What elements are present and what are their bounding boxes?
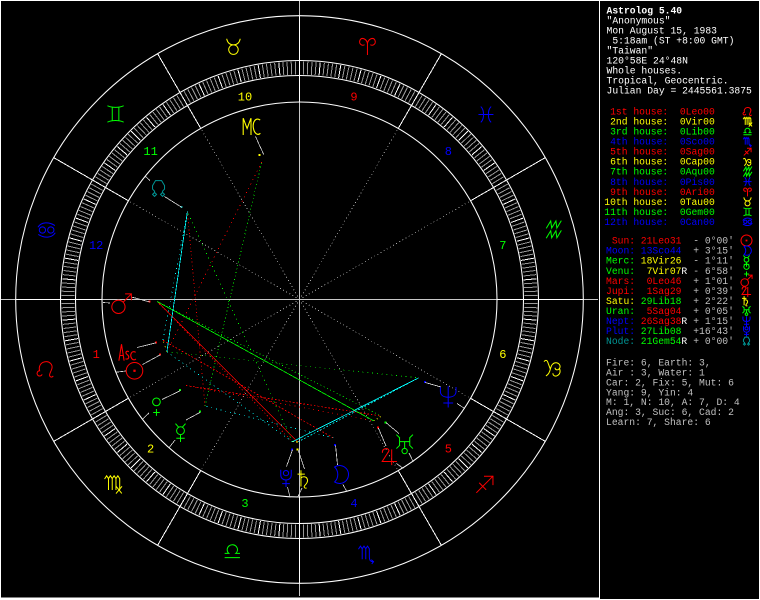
svg-text:Learn: 7, Share: 6: Learn: 7, Share: 6 [606, 417, 711, 428]
svg-text:5: 5 [445, 443, 452, 457]
svg-text:8: 8 [445, 145, 452, 159]
svg-text:Julian Day = 2445561.3875: Julian Day = 2445561.3875 [607, 86, 753, 97]
svg-text:2: 2 [147, 443, 154, 457]
svg-text:4: 4 [350, 497, 357, 511]
svg-text:6: 6 [499, 348, 506, 362]
svg-text:11: 11 [143, 145, 157, 159]
svg-text:Node:21Gem54R+ 0°00': Node: 21Gem54R + 0°00' [606, 336, 734, 347]
svg-text:9: 9 [350, 90, 357, 104]
svg-text:10: 10 [238, 90, 252, 104]
svg-text:7: 7 [499, 239, 506, 253]
svg-text:1: 1 [93, 348, 100, 362]
svg-text:3: 3 [241, 497, 248, 511]
svg-text:12th house: 0Can00: 12th house: 0Can00 [604, 217, 715, 228]
svg-text:12: 12 [89, 239, 103, 253]
